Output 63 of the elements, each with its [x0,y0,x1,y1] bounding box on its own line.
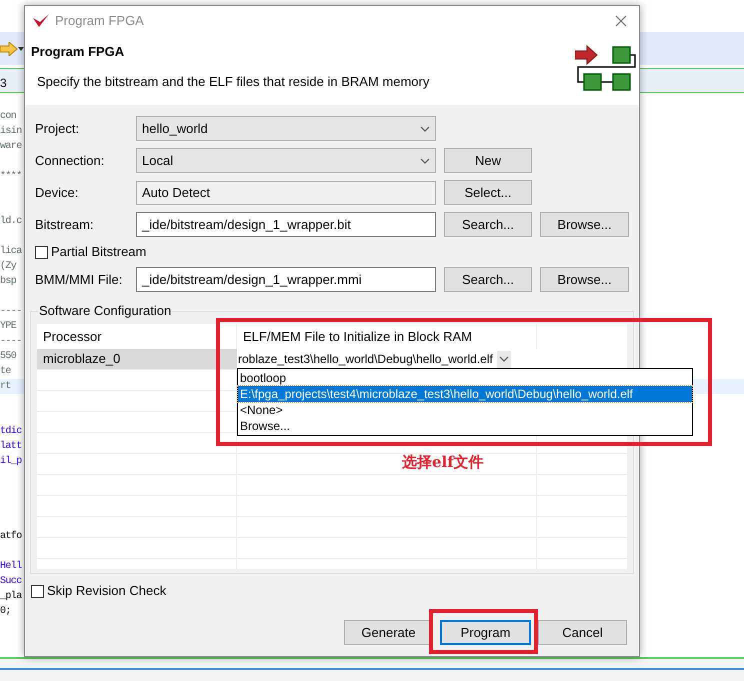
code-line: il_p [0,454,22,469]
dialog-button[interactable]: Cancel [538,620,627,645]
code-line: Succ [0,575,22,589]
dialog-button[interactable]: Program [440,620,531,645]
dialog-button[interactable]: New [444,148,532,173]
code-line: ld.c [0,214,22,229]
checkbox-label: Partial Bitstream [51,243,146,262]
dropdown-option[interactable]: bootloop [238,370,692,386]
code-line: Hell [0,560,22,574]
combo-box[interactable]: hello_world [136,116,436,141]
file-combo-box[interactable]: roblaze_test3\hello_world\Debug\hello_world.elf [237,349,537,369]
combo-box[interactable]: Local [136,148,436,173]
group-title: Software Configuration [38,303,172,319]
code-line: ---- [0,335,22,349]
chevron-down-icon [420,158,430,164]
code-line: ware [0,140,22,154]
dialog-description: Specify the bitstream and the ELF files that reside in BRAM memory [36,72,430,91]
field-label: BMM/MMI File: [35,270,124,289]
table-cell[interactable]: microblaze_0 [37,349,237,369]
field-label: Project: [35,120,80,138]
dropdown-option[interactable]: <None> [238,402,692,418]
code-line: (Zy [0,260,16,274]
dialog-button[interactable]: Browse... [540,212,629,237]
field-label: Connection: [35,152,106,170]
dropdown-option[interactable]: E:\fpga_projects\test4\microblaze_test3\hello_world\Debug\hello_world.elf [238,386,692,402]
dropdown-option[interactable]: Browse... [238,418,692,434]
code-line: rt [0,380,11,394]
dialog-button[interactable]: Browse... [540,267,629,292]
code-line: ---- [0,305,22,319]
code-line: bsp [0,274,16,289]
column-header: ELF/MEM File to Initialize in Block RAM [237,324,537,349]
code-line: atfo [0,530,22,544]
field-label: Bitstream: [35,216,95,234]
logo-icon [33,14,49,28]
code-line: 550 [0,350,16,364]
code-line: lica [0,244,22,259]
dialog-button[interactable]: Search... [444,267,532,292]
close-icon[interactable] [615,15,627,27]
field-label: Device: [35,184,80,202]
readonly-field: Auto Detect [136,180,436,204]
checkbox[interactable] [35,246,48,258]
code-line: YPE [0,320,16,334]
annotation-text: 选择elf文件 [402,452,484,473]
input-field[interactable]: _ide/bitstream/design_1_wrapper.mmi [136,267,436,292]
code-line: 0; [0,605,11,619]
chevron-down-icon [420,126,430,132]
dialog-heading: Program FPGA [31,43,126,61]
code-line: con [0,110,16,124]
checkbox[interactable] [31,584,44,598]
code-line: te [0,365,11,379]
code-line: **** [0,170,22,184]
dialog-button[interactable]: Search... [444,212,532,237]
input-field[interactable]: _ide/bitstream/design_1_wrapper.bit [136,212,436,237]
caret-icon[interactable] [18,47,24,51]
code-line: _pla [0,590,22,604]
code-line: latt [0,440,22,454]
chevron-down-icon [498,356,509,362]
window-title: Program FPGA [55,12,144,30]
code-line: isin [0,124,22,139]
tab-label[interactable]: 3 [0,74,7,92]
checkbox-label: Skip Revision Check [47,582,166,600]
dialog-button[interactable]: Select... [444,180,532,205]
code-line: tdic [0,424,22,439]
